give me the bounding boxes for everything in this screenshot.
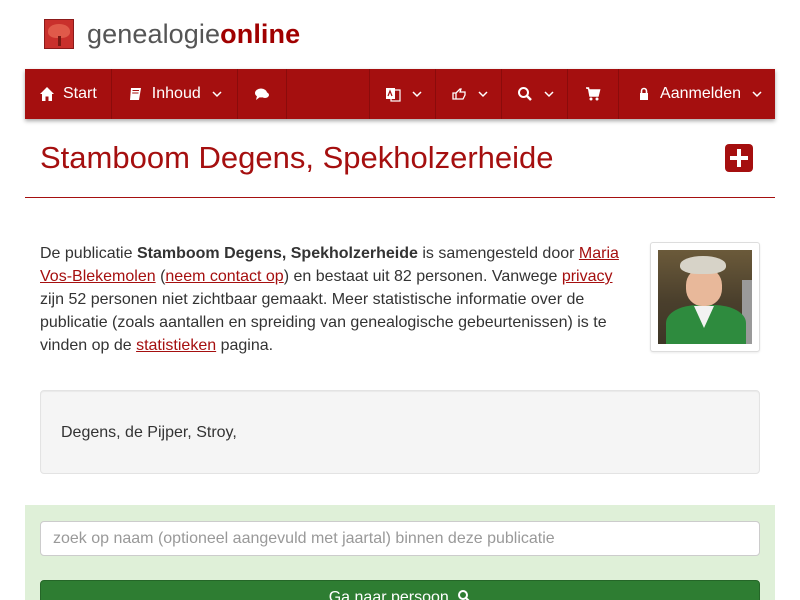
statistics-link[interactable]: statistieken	[136, 337, 216, 354]
nav-start-label: Start	[63, 85, 97, 102]
nav-forum[interactable]	[238, 69, 287, 119]
nav-inhoud-label: Inhoud	[151, 85, 201, 102]
shopping-cart-icon	[585, 86, 601, 102]
chevron-down-icon	[411, 88, 423, 100]
privacy-link[interactable]: privacy	[562, 268, 613, 285]
person-search-panel: Ga naar persoon	[25, 505, 775, 600]
nav-login[interactable]: Aanmelden	[619, 69, 775, 119]
publication-description: De publicatie Stamboom Degens, Spekholze…	[40, 245, 619, 354]
nav-share[interactable]	[436, 69, 503, 119]
nav-language[interactable]	[370, 69, 437, 119]
site-logo[interactable]: genealogieonline	[44, 16, 300, 52]
lock-icon	[636, 86, 652, 102]
author-photo	[650, 242, 760, 352]
search-icon	[517, 86, 533, 102]
main-navbar: Start Inhoud Aanmelden	[25, 69, 775, 119]
nav-cart[interactable]	[568, 69, 620, 119]
title-row: Stamboom Degens, Spekholzerheide	[25, 130, 775, 198]
nav-start[interactable]: Start	[25, 69, 112, 119]
goto-person-button[interactable]: Ga naar persoon	[40, 580, 760, 600]
chevron-down-icon	[543, 88, 555, 100]
plus-square-icon[interactable]	[725, 144, 753, 172]
publication-name: Stamboom Degens, Spekholzerheide	[136, 245, 418, 262]
hand-pointer-icon	[451, 86, 467, 102]
chevron-down-icon	[751, 88, 763, 100]
nav-login-label: Aanmelden	[660, 85, 741, 102]
home-icon	[39, 86, 55, 102]
surnames-list: Degens, de Pijper, Stroy,	[61, 424, 237, 441]
nav-inhoud[interactable]: Inhoud	[112, 69, 238, 119]
search-icon	[457, 589, 471, 600]
chevron-down-icon	[477, 88, 489, 100]
page-title: Stamboom Degens, Spekholzerheide	[40, 140, 554, 175]
goto-person-label: Ga naar persoon	[328, 589, 449, 600]
person-search-input[interactable]	[40, 521, 760, 556]
contact-link[interactable]: neem contact op	[165, 268, 283, 285]
tree-logo-icon	[44, 19, 74, 49]
chevron-down-icon	[211, 88, 223, 100]
comments-icon	[254, 86, 270, 102]
book-icon	[128, 86, 144, 102]
surnames-well: Degens, de Pijper, Stroy,	[40, 390, 760, 474]
site-name: genealogieonline	[87, 18, 301, 49]
nav-search[interactable]	[502, 69, 569, 119]
language-icon	[385, 86, 401, 102]
